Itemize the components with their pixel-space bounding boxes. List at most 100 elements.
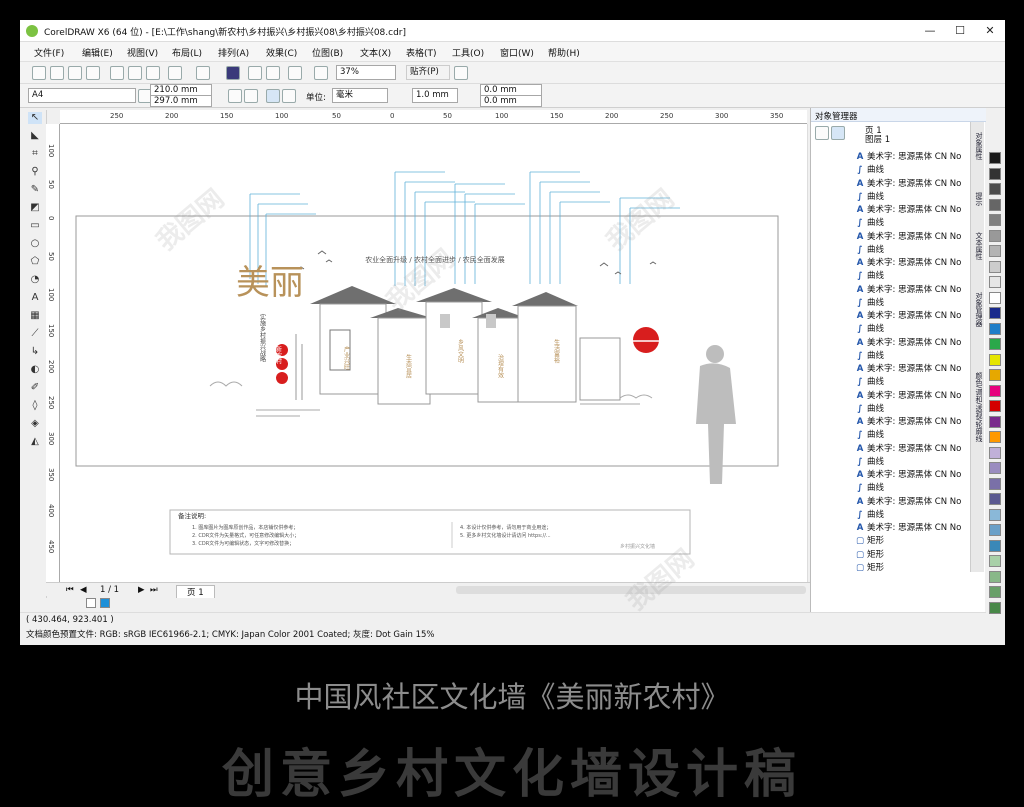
object-row[interactable]: ∫ 曲线 xyxy=(855,508,884,521)
palette-swatch[interactable] xyxy=(989,260,1001,273)
palette-swatch[interactable] xyxy=(989,198,1001,211)
options-icon[interactable] xyxy=(454,66,468,80)
basic-shapes-icon[interactable]: ◔ xyxy=(28,274,42,286)
palette-swatch[interactable] xyxy=(989,493,1001,505)
object-row[interactable]: A 美术字: 思源黑体 CN No xyxy=(855,283,962,296)
palette-swatch[interactable] xyxy=(989,400,1001,412)
object-row[interactable]: A 美术字: 思源黑体 CN No xyxy=(855,468,962,481)
eyedropper-tool-icon[interactable]: ✐ xyxy=(28,382,42,394)
menu-file[interactable]: 文件(F) xyxy=(34,46,64,59)
object-row[interactable]: A 美术字: 思源黑体 CN No xyxy=(855,230,962,243)
palette-swatch[interactable] xyxy=(989,229,1001,242)
menu-edit[interactable]: 编辑(E) xyxy=(82,46,113,59)
object-row[interactable]: ∫ 曲线 xyxy=(855,243,884,256)
palette-swatch[interactable] xyxy=(989,601,1001,614)
object-row[interactable]: ∫ 曲线 xyxy=(855,375,884,388)
save-icon[interactable] xyxy=(68,66,82,80)
object-row[interactable]: A 美术字: 思源黑体 CN No xyxy=(855,415,962,428)
palette-swatch[interactable] xyxy=(989,291,1001,304)
menu-view[interactable]: 视图(V) xyxy=(127,46,158,59)
object-row[interactable]: ∫ 曲线 xyxy=(855,455,884,468)
connector-tool-icon[interactable]: ↳ xyxy=(28,346,42,358)
side-tab-hints[interactable]: 提示 xyxy=(972,192,984,206)
palette-swatch[interactable] xyxy=(989,214,1001,226)
copy-icon[interactable] xyxy=(128,66,142,80)
side-tab-object-manager[interactable]: 对象管理器 xyxy=(972,292,984,327)
palette-swatch[interactable] xyxy=(989,152,1001,164)
doc-color-swatch[interactable] xyxy=(100,598,110,608)
menu-table[interactable]: 表格(T) xyxy=(406,46,437,59)
polygon-tool-icon[interactable]: ⬠ xyxy=(28,256,42,268)
palette-swatch[interactable] xyxy=(989,384,1001,397)
palette-swatch[interactable] xyxy=(989,462,1001,474)
side-tab-text-properties[interactable]: 文本属性 xyxy=(972,232,984,260)
next-page-icon[interactable]: ▶ xyxy=(138,585,145,595)
dimension-tool-icon[interactable]: ⟋ xyxy=(28,328,42,340)
object-row[interactable]: ∫ 曲线 xyxy=(855,481,884,494)
menu-arrange[interactable]: 排列(A) xyxy=(218,46,249,59)
object-row[interactable]: ∫ 曲线 xyxy=(855,190,884,203)
object-row[interactable]: ∫ 曲线 xyxy=(855,296,884,309)
first-page-icon[interactable]: ⏮ xyxy=(66,585,74,595)
last-page-icon[interactable]: ⏭ xyxy=(150,585,158,595)
object-row[interactable]: A 美术字: 思源黑体 CN No xyxy=(855,389,962,402)
page-size-dropdown[interactable]: A4 xyxy=(28,88,136,103)
palette-swatch[interactable] xyxy=(989,338,1001,350)
palette-swatch[interactable] xyxy=(989,477,1001,490)
outline-pen-icon[interactable]: ◊ xyxy=(28,400,42,412)
object-row[interactable]: ∫ 曲线 xyxy=(855,428,884,441)
freehand-tool-icon[interactable]: ✎ xyxy=(28,184,42,196)
palette-swatch[interactable] xyxy=(989,570,1001,583)
import-icon[interactable] xyxy=(248,66,262,80)
portrait-icon[interactable] xyxy=(228,89,242,103)
object-row[interactable]: A 美术字: 思源黑体 CN No xyxy=(855,256,962,269)
menu-help[interactable]: 帮助(H) xyxy=(548,46,580,59)
object-row[interactable]: ▢ 矩形 xyxy=(855,548,884,561)
menu-text[interactable]: 文本(X) xyxy=(360,46,391,59)
minimize-button[interactable]: — xyxy=(915,20,945,42)
pick-tool-icon[interactable]: ↖ xyxy=(28,112,42,124)
object-row[interactable]: A 美术字: 思源黑体 CN No xyxy=(855,150,962,163)
ellipse-tool-icon[interactable]: ○ xyxy=(28,238,42,250)
paste-icon[interactable] xyxy=(146,66,160,80)
object-row[interactable]: ∫ 曲线 xyxy=(855,402,884,415)
new-document-icon[interactable] xyxy=(32,66,46,80)
object-row[interactable]: ∫ 曲线 xyxy=(855,349,884,362)
docker-layer-label[interactable]: 图层 1 xyxy=(865,133,890,145)
palette-swatch[interactable] xyxy=(989,369,1001,381)
horizontal-ruler[interactable]: 250 200 150 100 50 0 50 100 150 200 250 … xyxy=(60,110,807,124)
page-height-field[interactable]: 297.0 mm xyxy=(150,95,212,107)
text-tool-icon[interactable]: A xyxy=(28,292,42,304)
all-pages-icon[interactable] xyxy=(266,89,280,103)
open-icon[interactable] xyxy=(50,66,64,80)
blend-tool-icon[interactable]: ◐ xyxy=(28,364,42,376)
edit-across-layers-icon[interactable] xyxy=(831,126,845,140)
shape-tool-icon[interactable]: ◣ xyxy=(28,130,42,142)
snap-to-dropdown[interactable]: 贴齐(P) xyxy=(406,65,450,80)
object-row[interactable]: ∫ 曲线 xyxy=(855,322,884,335)
object-row[interactable]: ∫ 曲线 xyxy=(855,163,884,176)
welcome-screen-icon[interactable] xyxy=(314,66,328,80)
palette-swatch[interactable] xyxy=(989,183,1001,195)
menu-window[interactable]: 窗口(W) xyxy=(500,46,534,59)
fill-tool-icon[interactable]: ◈ xyxy=(28,418,42,430)
palette-swatch[interactable] xyxy=(989,322,1001,335)
print-icon[interactable] xyxy=(86,66,100,80)
menu-effects[interactable]: 效果(C) xyxy=(266,46,297,59)
vertical-ruler[interactable]: 100 50 0 50 100 150 200 250 300 350 400 … xyxy=(46,124,60,582)
redo-icon[interactable] xyxy=(196,66,210,80)
table-tool-icon[interactable]: ▦ xyxy=(28,310,42,322)
palette-swatch[interactable] xyxy=(989,245,1001,257)
rectangle-tool-icon[interactable]: ▭ xyxy=(28,220,42,232)
duplicate-y-field[interactable]: 0.0 mm xyxy=(480,95,542,107)
object-row[interactable]: A 美术字: 思源黑体 CN No xyxy=(855,495,962,508)
zoom-level-dropdown[interactable]: 37% xyxy=(336,65,396,80)
palette-swatch[interactable] xyxy=(989,555,1001,567)
object-row[interactable]: ∫ 曲线 xyxy=(855,216,884,229)
palette-swatch[interactable] xyxy=(989,446,1001,459)
object-row[interactable]: ▢ 矩形 xyxy=(855,561,884,574)
crop-tool-icon[interactable]: ⌗ xyxy=(28,148,42,160)
menu-layout[interactable]: 布局(L) xyxy=(172,46,202,59)
maximize-button[interactable]: ☐ xyxy=(945,20,975,42)
object-row[interactable]: A 美术字: 思源黑体 CN No xyxy=(855,442,962,455)
